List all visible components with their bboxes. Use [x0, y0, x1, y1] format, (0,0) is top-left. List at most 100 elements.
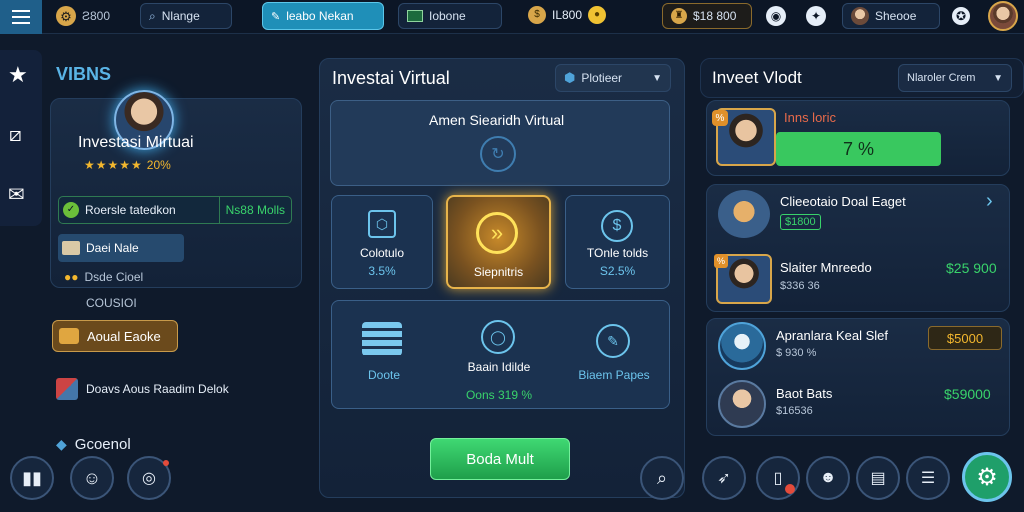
primary-action-button[interactable]: Boda Mult [430, 438, 570, 480]
dollar-icon: $ [601, 210, 633, 242]
rocket-button[interactable]: ➶ [702, 456, 746, 500]
list-item-2-sub: $336 36 [780, 280, 820, 292]
document-icon: ▯ [773, 470, 783, 487]
rail-star-button[interactable]: ★ [8, 62, 28, 88]
card-center-label: Siepnitris [473, 265, 524, 279]
banner-icon: ↻ [480, 136, 516, 172]
profile-avatar[interactable] [988, 1, 1018, 31]
stat-row[interactable]: ✓ Roersle tatedkon Ns88 Molls [58, 196, 292, 224]
menu-button[interactable] [0, 0, 42, 34]
chevron-down-icon: ▼ [652, 72, 662, 84]
settings-gear[interactable]: ⚙ [56, 6, 78, 28]
gold-button[interactable]: Aoual Eaoke [52, 320, 178, 352]
center-dropdown-label: Plotieer [581, 71, 623, 85]
rail-chart-button[interactable]: ⧄ [9, 124, 22, 147]
tab-active[interactable]: ✎ leabo Nekan [262, 2, 384, 30]
gear-icon: ⚙ [976, 463, 998, 491]
chip-button[interactable]: Daei Nale [58, 234, 184, 262]
profile-rating: ★★★★★ 20% [84, 158, 171, 172]
shield-icon: ⬢ [564, 70, 576, 85]
coins-icon: ●● [64, 270, 79, 284]
achievements-button[interactable]: ✪ [952, 7, 970, 25]
list-item-2-name: Slaiter Mnreedo [780, 260, 872, 275]
currency-display: $ IL800 ● [528, 6, 607, 24]
list-item-4-thumb [718, 380, 766, 428]
target-icon: ◯ [481, 320, 515, 354]
user-avatar-small [851, 7, 869, 25]
currency-amount: IL800 [552, 8, 583, 22]
list-item-3-value-badge[interactable]: $5000 [928, 326, 1002, 350]
coin-icon: $ [528, 6, 546, 24]
gold-coin-icon: ● [588, 6, 607, 24]
settings-button[interactable]: ⚙ [962, 452, 1012, 502]
rocket-icon: ➶ [717, 470, 731, 487]
document-alert-dot [785, 484, 795, 494]
coin-item-text: Dsde Cioel [84, 270, 144, 284]
center-dropdown[interactable]: ⬢ Plotieer ▼ [555, 64, 671, 92]
storage-button[interactable]: ▤ [856, 456, 900, 500]
search-button[interactable]: ⌕ [640, 456, 684, 500]
tab-bonus[interactable]: Iobone [398, 3, 502, 29]
featured-percent: 7 % [842, 138, 875, 159]
rail-mail-button[interactable]: ✉ [8, 182, 25, 207]
chat-button[interactable]: ✦ [806, 6, 826, 26]
list-item-4-value: $59000 [944, 386, 991, 402]
document-button[interactable]: ▯ [756, 456, 800, 500]
star-badge-icon: ✪ [952, 7, 970, 25]
balance-pill[interactable]: ♜ $18 800 [662, 3, 752, 29]
magnifier-icon: ⌕ [656, 467, 668, 488]
coin-item: ●● Dsde Cioel [64, 270, 143, 284]
list-item-3-value: $5000 [946, 330, 984, 346]
rating-value: 20% [146, 158, 171, 172]
bars-button[interactable]: ▮▮ [10, 456, 54, 500]
search-icon: ⌕ [149, 8, 156, 23]
search-field[interactable]: ⌕ Nlange [140, 3, 232, 29]
list-item-1-thumb [718, 190, 770, 238]
left-caption: COUSIOI [86, 296, 137, 310]
list-item-1-name: Clieeotaio Doal Eaget [780, 194, 906, 209]
bot-button[interactable]: ☻ [806, 456, 850, 500]
list-item-2-badge: % [714, 254, 728, 268]
trophy-icon: ♜ [671, 8, 687, 24]
chart-line-icon: ⧄ [9, 124, 22, 146]
user-name: Sheooe [875, 9, 917, 23]
lower-subtext: Oons 319 % [465, 388, 533, 402]
news-item[interactable]: Doavs Aous Raadim Delok [56, 378, 229, 400]
list-item-4-name: Baot Bats [776, 386, 833, 401]
chart-icon [407, 10, 423, 22]
logo-text: Ƨ800 [82, 9, 111, 23]
featured-bar: 7 % [776, 132, 941, 166]
search-label: Nlange [161, 9, 200, 23]
featured-name: Inns loric [784, 110, 837, 125]
news-text: Doavs Aous Raadim Delok [86, 382, 229, 396]
news-thumb-icon [56, 378, 78, 400]
storage-icon: ▤ [870, 470, 886, 487]
right-dropdown[interactable]: Nlaroler Crem ▼ [898, 64, 1012, 92]
bars-icon: ▮▮ [22, 467, 42, 488]
card-center-icon: » [476, 212, 518, 254]
list-item-2-value: $25 900 [946, 260, 997, 276]
user-pill[interactable]: Sheooe [842, 3, 940, 29]
general-section[interactable]: ◆ Gcoenol [56, 436, 131, 453]
right-dropdown-label: Nlaroler Crem [907, 72, 976, 84]
robot-icon: ☺ [82, 467, 102, 488]
list-item-3-sub: $ 930 % [776, 347, 817, 359]
gear-icon: ⚙ [56, 6, 76, 26]
lower-item-2: Baain Idilde [467, 360, 531, 374]
chevron-down-icon: ▼ [993, 72, 1003, 84]
profile-name: Investasi Mirtuai [78, 134, 194, 151]
stars-icon: ★★★★★ [84, 158, 143, 172]
chevron-right-icon[interactable]: › [986, 190, 993, 213]
chip-label: Daei Nale [86, 241, 139, 255]
notifications-button[interactable]: ◉ [766, 6, 786, 26]
chat-icon: ✦ [806, 6, 826, 26]
list-button[interactable]: ☰ [906, 456, 950, 500]
list-icon: ☰ [920, 470, 936, 487]
tab-bonus-label: Iobone [429, 9, 466, 23]
right-title: Inveet Vlodt [712, 68, 802, 87]
leaf-icon: ✎ [271, 10, 281, 23]
robot-button[interactable]: ☺ [70, 456, 114, 500]
center-title: Investai Virtual [332, 68, 450, 88]
general-label: Gcoenol [74, 436, 131, 453]
gold-button-label: Aoual Eaoke [87, 328, 161, 344]
